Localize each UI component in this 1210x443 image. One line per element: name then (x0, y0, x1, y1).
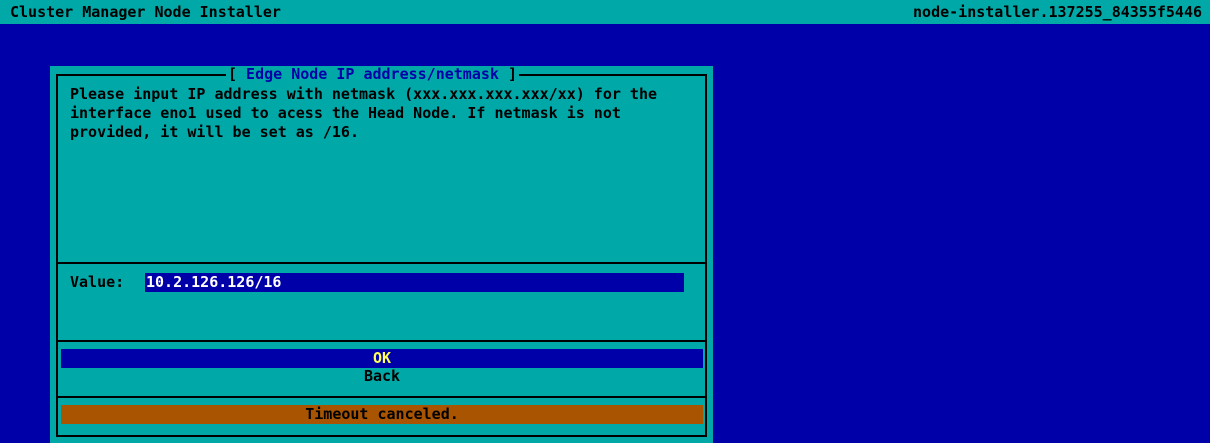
divider (58, 340, 705, 342)
title-bracket-close: ] (507, 65, 517, 83)
message-line: provided, it will be set as /16. (70, 123, 359, 141)
message-line: interface eno1 used to acess the Head No… (70, 104, 621, 122)
back-button[interactable]: Back (61, 367, 703, 386)
message-line: Please input IP address with netmask (xx… (70, 85, 657, 103)
ip-address-input[interactable] (145, 273, 684, 292)
app-title: Cluster Manager Node Installer (10, 3, 281, 21)
title-bracket-open: [ (228, 65, 238, 83)
top-bar: Cluster Manager Node Installer node-inst… (0, 0, 1210, 24)
dialog-title: [ Edge Node IP address/netmask ] (226, 66, 519, 82)
divider (58, 396, 705, 398)
ip-netmask-dialog: [ Edge Node IP address/netmask ] Please … (50, 66, 713, 443)
value-label: Value: (70, 273, 125, 291)
host-id: node-installer.137255_84355f5446 (913, 3, 1202, 21)
dialog-title-text: Edge Node IP address/netmask (237, 65, 508, 83)
ok-button[interactable]: OK (61, 349, 703, 368)
value-row: Value: (70, 272, 690, 292)
divider (58, 262, 705, 264)
dialog-message: Please input IP address with netmask (xx… (70, 85, 700, 142)
status-bar: Timeout canceled. (61, 405, 703, 424)
